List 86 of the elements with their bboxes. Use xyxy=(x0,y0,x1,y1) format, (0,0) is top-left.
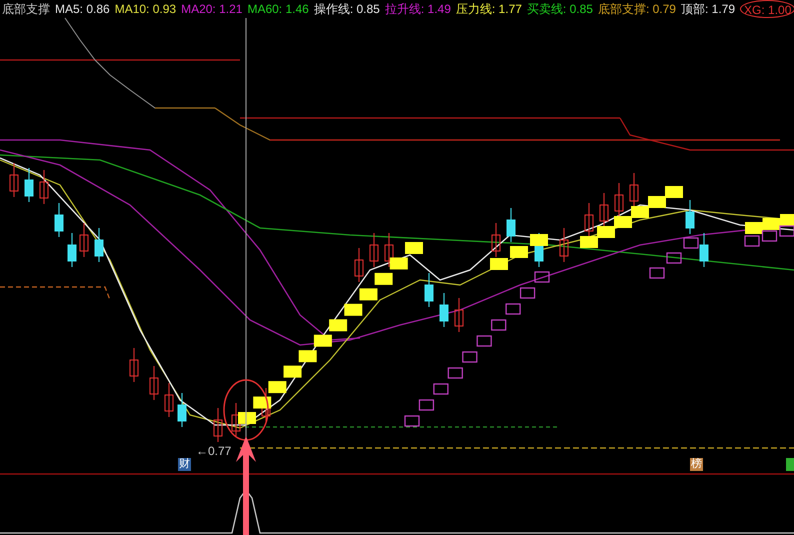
signal-block xyxy=(390,257,408,270)
legend-item: 拉升线: 1.49 xyxy=(384,1,451,18)
signal-block xyxy=(614,216,632,228)
candlestick xyxy=(614,182,624,218)
legend-item: 底部支撑: 0.79 xyxy=(598,1,676,18)
event-tag[interactable]: 榜 xyxy=(690,458,703,471)
legend-item: 顶部: 1.79 xyxy=(680,1,736,18)
signal-block xyxy=(780,214,794,226)
outline-block xyxy=(462,351,478,363)
signal-block xyxy=(631,206,649,218)
outline-block xyxy=(506,303,521,315)
outline-block xyxy=(433,383,448,395)
legend-item: MA10: 0.93 xyxy=(114,1,176,18)
candlestick xyxy=(40,170,48,204)
candlestick xyxy=(560,228,568,262)
signal-block xyxy=(530,234,548,246)
candlestick xyxy=(164,382,174,418)
signal-block xyxy=(253,396,272,409)
outline-block xyxy=(476,335,492,347)
candlestick xyxy=(214,408,222,442)
candlestick xyxy=(232,402,240,438)
candlestick xyxy=(68,232,76,268)
legend-item: 操作线: 0.85 xyxy=(314,1,380,18)
candlestick xyxy=(24,168,34,202)
event-tag[interactable] xyxy=(786,458,794,471)
legend-item: 买卖线: 0.85 xyxy=(526,1,593,18)
candlestick xyxy=(492,222,500,258)
signal-block xyxy=(268,381,286,394)
highlight-ring xyxy=(223,379,269,441)
candlestick xyxy=(600,192,608,228)
signal-block xyxy=(597,226,615,238)
candlestick xyxy=(80,222,88,258)
candlestick xyxy=(130,348,138,382)
signal-block xyxy=(510,246,528,258)
signal-block xyxy=(298,350,317,362)
candlestick xyxy=(506,208,516,242)
low-price-label: ←0.77 xyxy=(196,444,232,458)
signal-block xyxy=(359,288,378,300)
event-tag[interactable]: 财 xyxy=(178,458,191,471)
outline-block xyxy=(534,271,550,283)
candlestick xyxy=(534,232,544,268)
candlestick xyxy=(630,172,638,208)
signal-block xyxy=(648,196,666,208)
outline-block xyxy=(418,399,434,411)
signal-block xyxy=(405,242,423,254)
candlestick xyxy=(700,232,708,268)
candlestick xyxy=(424,272,434,308)
legend-item: MA60: 1.46 xyxy=(247,1,309,18)
signal-block xyxy=(580,236,598,248)
legend-item: 底部支撑 xyxy=(2,1,50,18)
candlestick xyxy=(262,388,270,422)
outline-block xyxy=(762,230,778,242)
candlestick xyxy=(454,298,464,332)
candlestick xyxy=(354,248,364,282)
legend-item: 压力线: 1.77 xyxy=(456,1,522,18)
candlestick xyxy=(150,366,158,400)
candlestick xyxy=(54,202,64,238)
signal-block xyxy=(284,366,302,378)
legend-item: XG: 1.00 xyxy=(740,0,794,18)
candlestick xyxy=(370,232,378,268)
candlestick xyxy=(94,228,104,262)
outline-block xyxy=(683,237,699,249)
candlestick xyxy=(440,292,448,328)
outline-block xyxy=(448,367,463,379)
signal-block xyxy=(490,258,508,270)
outline-block xyxy=(649,267,665,279)
signal-block xyxy=(665,186,683,198)
candlestick xyxy=(686,200,694,234)
outline-block xyxy=(491,319,506,331)
signal-block xyxy=(344,304,362,316)
signal-block xyxy=(745,222,763,234)
legend-item: MA5: 0.86 xyxy=(55,1,110,18)
signal-block xyxy=(314,334,332,347)
outline-block xyxy=(520,287,536,299)
outline-block xyxy=(744,235,760,247)
legend-item: MA20: 1.21 xyxy=(181,1,242,18)
outline-block xyxy=(779,225,794,237)
outline-block xyxy=(666,252,682,264)
candlestick xyxy=(384,232,394,268)
candlestick xyxy=(584,202,594,238)
signal-block xyxy=(329,319,348,332)
signal-block xyxy=(374,272,393,285)
signal-block xyxy=(238,412,256,424)
candlestick xyxy=(178,392,186,428)
outline-block xyxy=(404,415,420,427)
candlestick xyxy=(10,162,18,198)
